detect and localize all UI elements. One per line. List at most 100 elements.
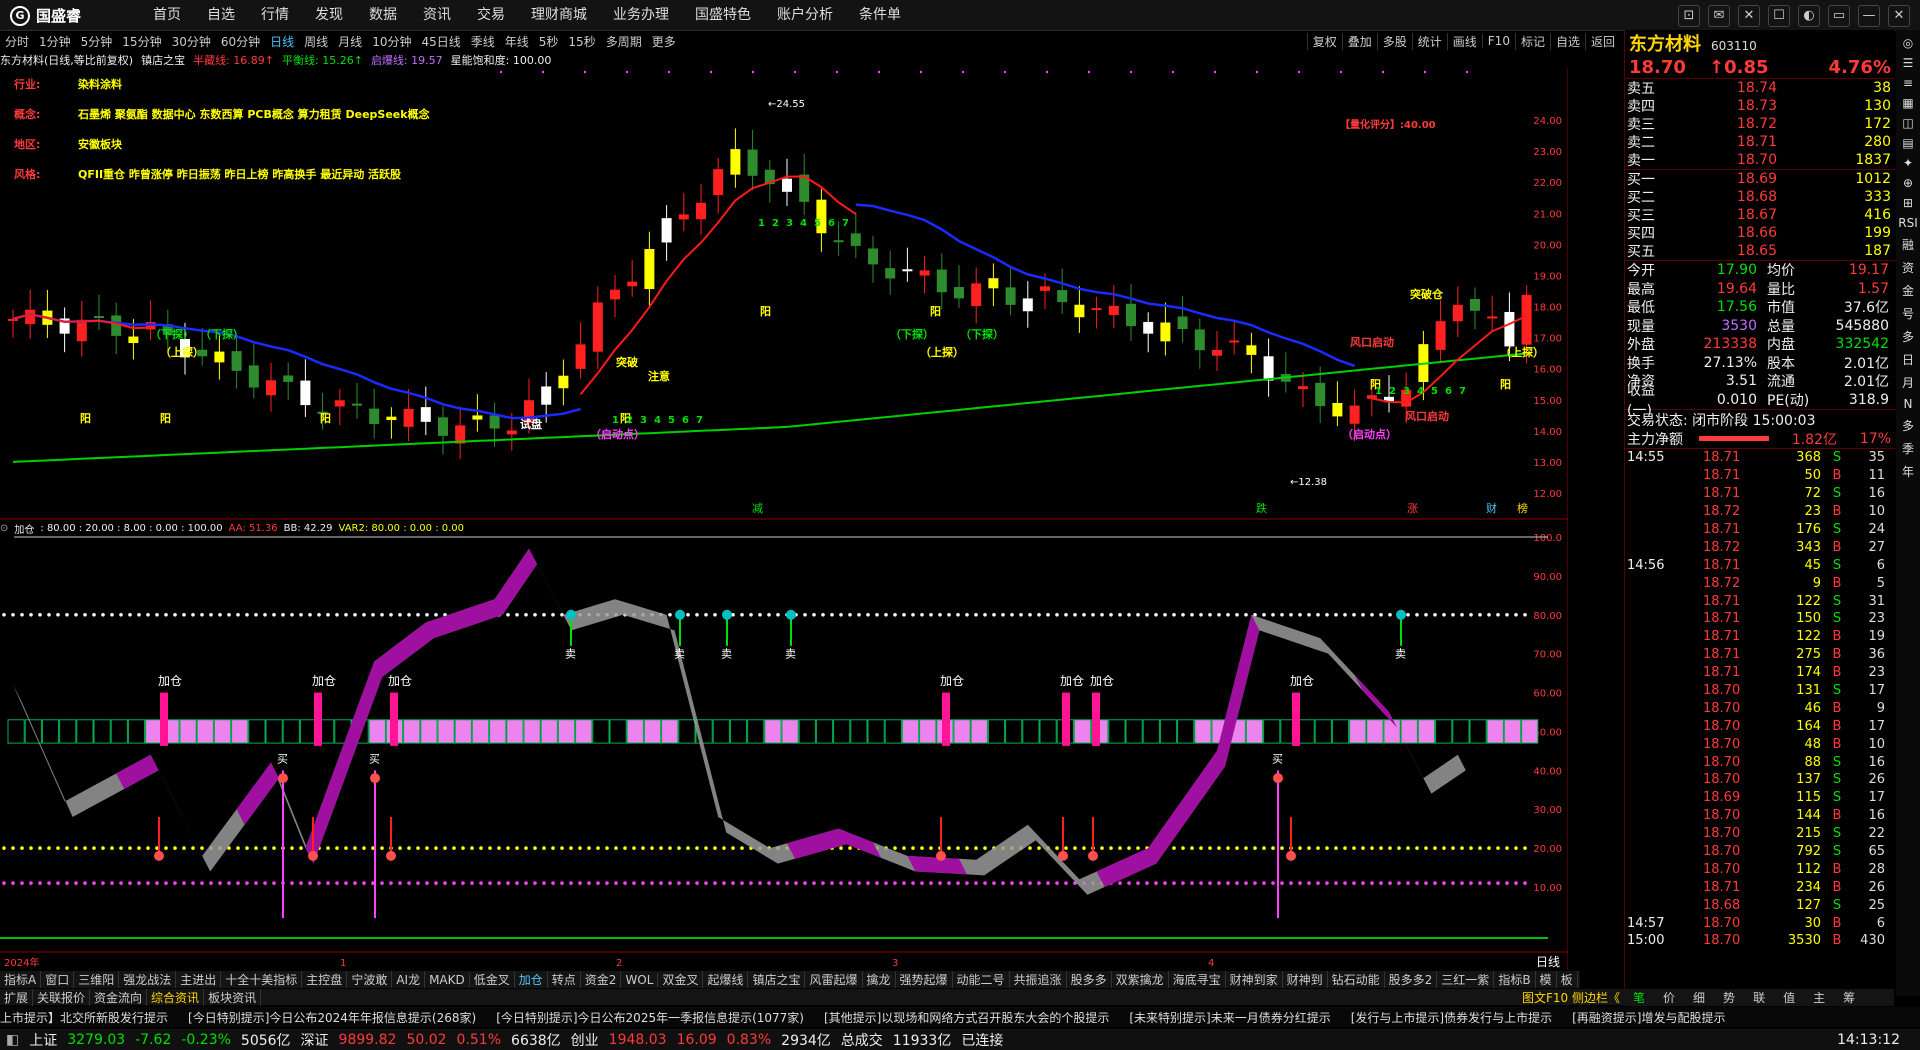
info-tab[interactable]: 资金流向 [90,988,148,1006]
ticker-item[interactable]: [今日特别提示]今日公布2025年一季报信息提示(1077家) [496,1009,824,1026]
tick-list[interactable]: 14:55 18.71 368 S 35 18.71 50 B 11 18.71 72 S 16 18.7… [1625,449,1895,950]
side-tool-icon[interactable]: 年 [1902,463,1914,480]
period-tab[interactable]: 1分钟 [34,33,76,50]
period-tab[interactable]: 更多 [647,33,681,50]
indicator-tab[interactable]: MAKD [425,972,470,987]
period-tab[interactable]: 5秒 [534,33,564,50]
event-mark[interactable]: 跌 [1256,501,1267,515]
indicator-tab[interactable]: 动能二号 [953,971,1010,988]
info-tab[interactable]: 综合资讯 [147,988,205,1006]
menu-item[interactable]: 首页 [140,0,194,30]
side-tool-icon[interactable]: RSI [1898,216,1918,230]
side-tool-icon[interactable]: ◫ [1902,116,1913,130]
period-tab[interactable]: 分时 [0,33,34,50]
window-button-icon[interactable]: — [1858,5,1880,27]
period-tab[interactable]: 15分钟 [117,33,166,50]
menu-item[interactable]: 资讯 [410,0,464,30]
period-tab[interactable]: 月线 [333,33,367,50]
f10-sidebar-toggle[interactable]: 图文F10 侧边栏《 [1518,989,1624,1006]
menu-item[interactable]: 条件单 [846,0,914,30]
indicator-tab[interactable]: 指标A [0,971,42,988]
ticker-item[interactable]: [再融资提示]增发与配股提示 [1572,1009,1745,1026]
side-tool-icon[interactable]: 日 [1902,351,1914,368]
indicator-tab[interactable]: 起爆线 [703,971,749,988]
indicator-tab[interactable]: 加仓 [515,971,548,988]
ticker-item[interactable]: [其他提示]以现场和网络方式召开股东大会的个股提示 [824,1009,1129,1026]
period-tab[interactable]: 10分钟 [367,33,416,50]
event-mark[interactable]: 减 [752,502,763,515]
menu-item[interactable]: 业务办理 [600,0,682,30]
side-tool-icon[interactable]: ✦ [1903,156,1913,170]
buy-level-row[interactable]: 买四 18.66 199 [1625,224,1895,242]
indicator-tab[interactable]: 双紫擒龙 [1112,971,1169,988]
side-tool-icon[interactable]: N [1904,397,1913,411]
quote-tab[interactable]: 联 [1744,989,1774,1006]
toolbar-button[interactable]: 标记 [1514,32,1550,50]
buy-level-row[interactable]: 买五 18.65 187 [1625,242,1895,260]
app-logo[interactable]: G 国盛睿 [10,5,81,26]
event-mark[interactable]: 财 [1486,501,1497,515]
period-tab[interactable]: 周线 [299,33,333,50]
indicator-tab[interactable]: 资金2 [581,971,622,988]
toolbar-button[interactable]: 统计 [1411,32,1447,50]
period-tab[interactable]: 30分钟 [167,33,216,50]
menu-item[interactable]: 自选 [194,0,248,30]
indicator-tab[interactable]: 三维阳 [74,971,120,988]
indicator-tab[interactable]: 模 [1536,971,1557,988]
quote-tab[interactable]: 笔 [1624,989,1654,1006]
info-tab[interactable]: 板块资讯 [204,988,262,1006]
side-tool-icon[interactable]: 号 [1902,305,1914,322]
window-button-icon[interactable]: ⊡ [1678,5,1700,27]
indicator-tab[interactable]: 十全十美指标 [221,971,303,988]
toolbar-button[interactable]: 复权 [1306,32,1342,50]
toolbar-button[interactable]: 返回 [1584,32,1620,50]
indicator-tab[interactable]: 双金叉 [658,971,704,988]
window-button-icon[interactable]: ▭ [1828,5,1850,27]
toolbar-button[interactable]: 自选 [1549,32,1585,50]
indicator-tab[interactable]: 钻石动能 [1328,971,1385,988]
period-tab[interactable]: 60分钟 [216,33,265,50]
index-label[interactable]: 深证 [301,1030,329,1050]
ticker-item[interactable]: [未来特别提示]未来一月债券分红提示 [1129,1009,1350,1026]
menu-item[interactable]: 数据 [356,0,410,30]
indicator-tab[interactable]: 转点 [548,971,581,988]
sell-level-row[interactable]: 卖一 18.70 1837 [1625,151,1895,169]
buy-level-row[interactable]: 买二 18.68 333 [1625,188,1895,206]
indicator-tab[interactable]: 财神到 [1283,971,1328,988]
event-mark[interactable]: 榜 [1517,501,1528,515]
side-tool-icon[interactable]: 季 [1902,440,1914,457]
news-ticker[interactable]: 上市提示】北交所新股发行提示 [今日特别提示]今日公布2024年年报信息提示(26… [0,1007,1920,1027]
period-tab[interactable]: 季线 [466,33,500,50]
menu-item[interactable]: 交易 [464,0,518,30]
side-tool-icon[interactable]: 资 [1902,259,1914,276]
indicator-tab[interactable]: 镇店之宝 [748,971,806,988]
period-tab[interactable]: 日线 [265,33,299,50]
menu-item[interactable]: 发现 [302,0,356,30]
indicator-tab[interactable]: WOL [621,972,659,987]
indicator-tab[interactable]: 宁波敢 [347,971,393,988]
window-button-icon[interactable]: ✕ [1888,5,1910,27]
indicator-name[interactable]: 加仓 [14,521,34,536]
info-tab[interactable]: 关联报价 [33,988,91,1006]
quote-tab[interactable]: 势 [1714,989,1744,1006]
menu-item[interactable]: 理财商城 [518,0,600,30]
indicator-tab[interactable]: 强龙战法 [119,971,177,988]
indicator-tab[interactable]: 主控盘 [302,971,348,988]
buy-level-row[interactable]: 买一 18.69 1012 [1625,170,1895,188]
indicator-tab[interactable]: 海底寻宝 [1169,971,1226,988]
quote-tab[interactable]: 筹 [1834,989,1864,1006]
indicator-tab[interactable]: 风雷起爆 [805,971,863,988]
quote-tab[interactable]: 值 [1774,989,1804,1006]
side-tool-icon[interactable]: 融 [1902,236,1914,253]
side-tool-icon[interactable]: 金 [1902,282,1914,299]
indicator-tab[interactable]: AI龙 [392,971,426,988]
indicator-tab[interactable]: 指标B [1494,971,1536,988]
indicator-tab[interactable]: 财神到家 [1226,971,1283,988]
toolbar-button[interactable]: 多股 [1376,32,1412,50]
quote-tab[interactable]: 细 [1684,989,1714,1006]
chart-canvas[interactable]: 24.00 23.00 22.00 21.00 20.00 19.00 18.00 17.00… [0,68,1568,970]
quote-tab[interactable]: 主 [1804,989,1834,1006]
side-tool-icon[interactable]: 月 [1902,374,1914,391]
toolbar-button[interactable]: 叠加 [1341,32,1377,50]
side-tool-icon[interactable]: 多 [1902,417,1914,434]
